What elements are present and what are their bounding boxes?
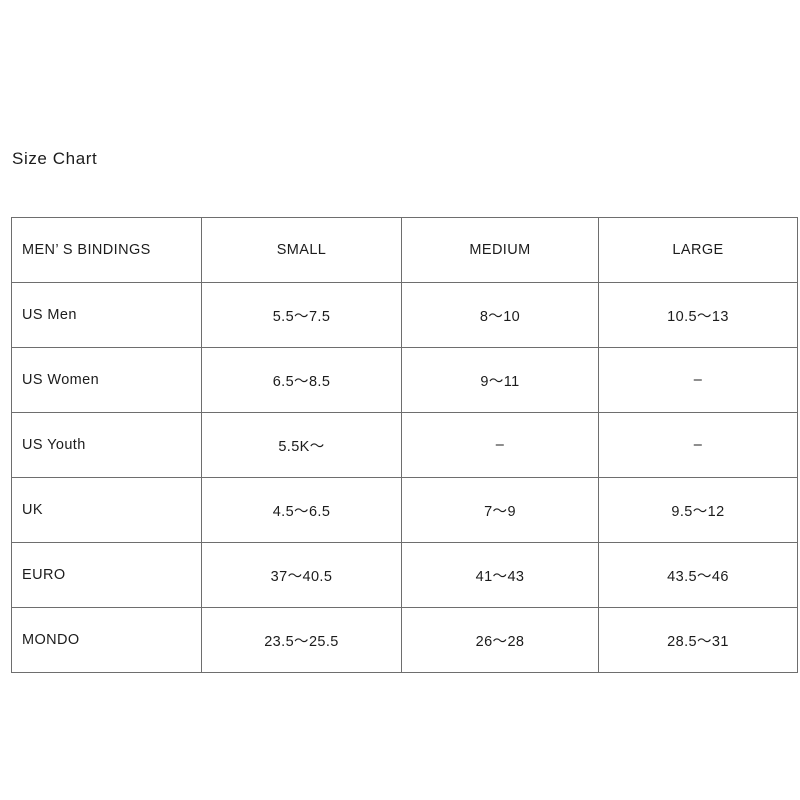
cell-euro-medium: 41～43 [401, 542, 599, 608]
table-row: US Women 6.5～8.5 9～11 – [11, 347, 798, 413]
cell-us-men-small: 5.5～7.5 [201, 282, 402, 348]
row-label-uk: UK [11, 477, 202, 543]
table-row: MONDO 23.5～25.5 26～28 28.5～31 [11, 607, 798, 673]
cell-us-women-medium: 9～11 [401, 347, 599, 413]
table-row: UK 4.5～6.5 7～9 9.5～12 [11, 477, 798, 543]
cell-us-youth-large: – [598, 412, 798, 478]
row-label-us-men: US Men [11, 282, 202, 348]
size-chart-table: MEN’ S BINDINGS SMALL MEDIUM LARGE US Me… [11, 217, 798, 673]
cell-us-men-medium: 8～10 [401, 282, 599, 348]
cell-us-women-small: 6.5～8.5 [201, 347, 402, 413]
header-cell-medium: MEDIUM [401, 217, 599, 283]
header-cell-large: LARGE [598, 217, 798, 283]
row-label-us-women: US Women [11, 347, 202, 413]
page-title: Size Chart [12, 149, 98, 168]
table-header-row: MEN’ S BINDINGS SMALL MEDIUM LARGE [11, 217, 798, 283]
cell-euro-small: 37～40.5 [201, 542, 402, 608]
header-cell-category: MEN’ S BINDINGS [11, 217, 202, 283]
cell-mondo-small: 23.5～25.5 [201, 607, 402, 673]
cell-us-women-large: – [598, 347, 798, 413]
cell-us-men-large: 10.5～13 [598, 282, 798, 348]
cell-mondo-medium: 26～28 [401, 607, 599, 673]
cell-us-youth-small: 5.5K～ [201, 412, 402, 478]
header-cell-small: SMALL [201, 217, 402, 283]
table-body: MEN’ S BINDINGS SMALL MEDIUM LARGE US Me… [11, 217, 798, 673]
cell-euro-large: 43.5～46 [598, 542, 798, 608]
table-row: EURO 37～40.5 41～43 43.5～46 [11, 542, 798, 608]
row-label-mondo: MONDO [11, 607, 202, 673]
cell-uk-small: 4.5～6.5 [201, 477, 402, 543]
cell-us-youth-medium: – [401, 412, 599, 478]
cell-uk-large: 9.5～12 [598, 477, 798, 543]
cell-uk-medium: 7～9 [401, 477, 599, 543]
row-label-us-youth: US Youth [11, 412, 202, 478]
table-row: US Youth 5.5K～ – – [11, 412, 798, 478]
cell-mondo-large: 28.5～31 [598, 607, 798, 673]
table-row: US Men 5.5～7.5 8～10 10.5～13 [11, 282, 798, 348]
row-label-euro: EURO [11, 542, 202, 608]
